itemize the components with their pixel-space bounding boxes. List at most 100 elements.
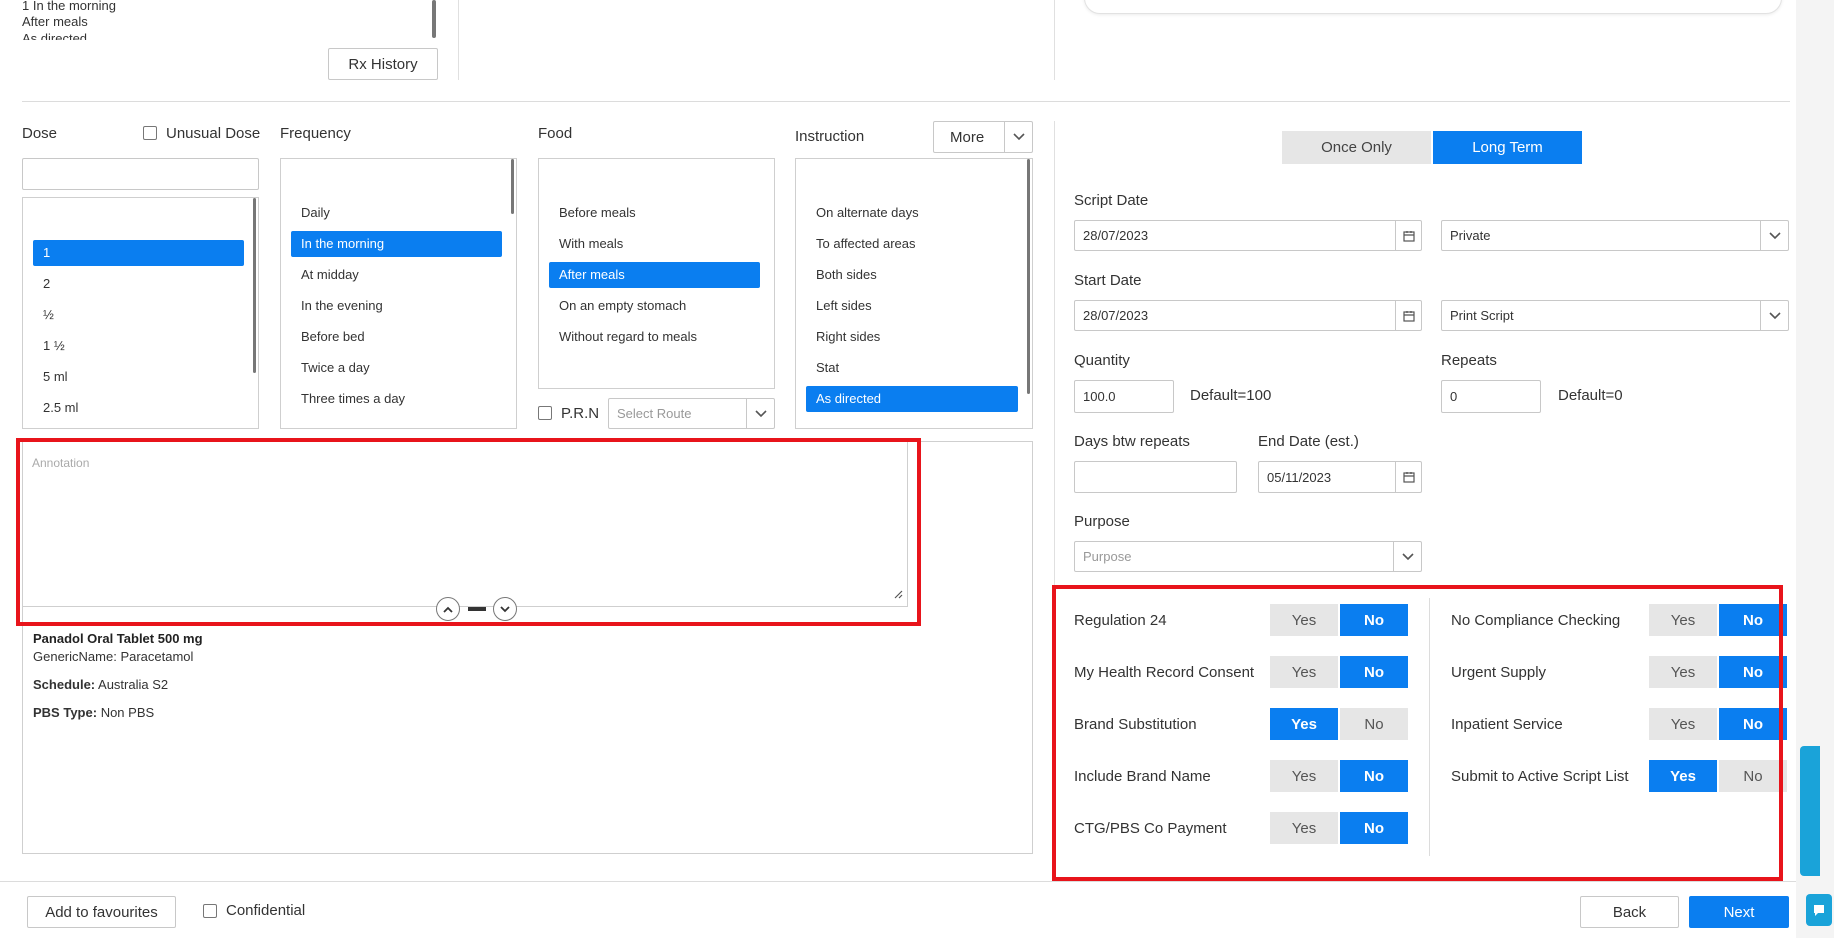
instruction-option[interactable]: On alternate days [806,200,1018,226]
dose-list[interactable]: 1 2 ½ 1 ½ 5 ml 2.5 ml [22,197,259,429]
route-select[interactable]: Select Route [608,398,775,429]
next-button[interactable]: Next [1689,896,1789,928]
payment-type-select[interactable]: Private [1441,220,1789,251]
scrollbar[interactable] [432,0,436,38]
instruction-option[interactable]: Right sides [806,324,1018,350]
days-between-input[interactable] [1074,461,1237,493]
resize-handle-icon[interactable] [893,586,903,602]
include-brand-name-toggle[interactable]: Yes No [1270,760,1408,792]
yes-option[interactable]: Yes [1270,604,1338,636]
purpose-select[interactable]: Purpose [1074,541,1422,572]
food-option[interactable]: With meals [549,231,760,257]
no-option[interactable]: No [1340,760,1408,792]
chevron-down-icon[interactable] [1760,301,1788,330]
end-date-value: 05/11/2023 [1267,469,1332,485]
yes-option[interactable]: Yes [1649,708,1717,740]
start-date-input[interactable]: 28/07/2023 [1074,300,1422,331]
regulation-24-toggle[interactable]: Yes No [1270,604,1408,636]
urgent-supply-toggle[interactable]: Yes No [1649,656,1787,688]
quantity-input[interactable]: 100.0 [1074,380,1174,413]
no-option[interactable]: No [1719,760,1787,792]
yes-option[interactable]: Yes [1649,656,1717,688]
scrollbar[interactable] [253,198,256,373]
food-option[interactable]: Before meals [549,200,760,226]
rx-history-button[interactable]: Rx History [328,48,438,80]
annotation-textarea[interactable]: Annotation [22,441,908,607]
frequency-option[interactable]: In the morning [291,231,502,257]
dose-option[interactable]: 2.5 ml [33,395,244,421]
frequency-option[interactable]: Twice a day [291,355,502,381]
print-option-select[interactable]: Print Script [1441,300,1789,331]
frequency-option[interactable]: Three times a day [291,386,502,412]
food-option[interactable]: On an empty stomach [549,293,760,319]
chevron-down-icon[interactable] [746,399,774,428]
food-list[interactable]: Before meals With meals After meals On a… [538,158,775,389]
expand-up-icon[interactable] [436,597,460,621]
instruction-option[interactable]: To affected areas [806,231,1018,257]
dose-option[interactable]: 1 [33,240,244,266]
chevron-down-icon[interactable] [1393,542,1421,571]
end-date-input[interactable]: 05/11/2023 [1258,461,1422,493]
scrollbar[interactable] [511,159,514,214]
yes-option[interactable]: Yes [1649,604,1717,636]
footer-divider [0,881,1834,882]
calendar-icon[interactable] [1395,301,1421,330]
instruction-option[interactable]: As directed [806,386,1018,412]
end-date-label: End Date (est.) [1258,433,1359,450]
back-button[interactable]: Back [1580,896,1679,928]
no-option[interactable]: No [1340,656,1408,688]
no-compliance-checking-toggle[interactable]: Yes No [1649,604,1787,636]
frequency-list[interactable]: Daily In the morning At midday In the ev… [280,158,517,429]
drag-handle-icon[interactable] [468,607,486,611]
scrollbar[interactable] [1027,159,1030,394]
script-date-input[interactable]: 28/07/2023 [1074,220,1422,251]
instruction-option[interactable]: Stat [806,355,1018,381]
term-switch[interactable]: Once Only Long Term [1282,131,1582,164]
frequency-option[interactable]: In the evening [291,293,502,319]
no-option[interactable]: No [1340,812,1408,844]
chat-icon[interactable] [1806,894,1832,926]
instruction-list[interactable]: On alternate days To affected areas Both… [795,158,1033,429]
chevron-down-icon[interactable] [1004,122,1032,152]
active-script-list-toggle[interactable]: Yes No [1649,760,1787,792]
health-record-consent-toggle[interactable]: Yes No [1270,656,1408,688]
food-option[interactable]: After meals [549,262,760,288]
prn-checkbox[interactable] [538,406,552,420]
frequency-option[interactable]: At midday [291,262,502,288]
yes-option[interactable]: Yes [1270,812,1338,844]
calendar-icon[interactable] [1395,221,1421,250]
no-option[interactable]: No [1719,656,1787,688]
dose-option[interactable]: 5 ml [33,364,244,390]
dose-option[interactable]: 1 ½ [33,333,244,359]
no-option[interactable]: No [1340,708,1408,740]
inpatient-service-toggle[interactable]: Yes No [1649,708,1787,740]
dose-option[interactable]: ½ [33,302,244,328]
chevron-down-icon[interactable] [1760,221,1788,250]
yes-option[interactable]: Yes [1270,656,1338,688]
repeats-input[interactable]: 0 [1441,380,1541,413]
expand-down-icon[interactable] [493,597,517,621]
add-to-favourites-button[interactable]: Add to favourites [27,896,176,928]
yes-option[interactable]: Yes [1270,708,1338,740]
frequency-option[interactable]: Before bed [291,324,502,350]
food-option[interactable]: Without regard to meals [549,324,760,350]
unusual-dose-checkbox[interactable] [143,126,157,140]
side-tab[interactable] [1800,746,1820,876]
no-option[interactable]: No [1340,604,1408,636]
long-term-option[interactable]: Long Term [1433,131,1582,164]
dose-option[interactable]: 2 [33,271,244,297]
instruction-option[interactable]: Both sides [806,262,1018,288]
frequency-option[interactable]: Daily [291,200,502,226]
no-option[interactable]: No [1719,708,1787,740]
no-option[interactable]: No [1719,604,1787,636]
instruction-option[interactable]: Left sides [806,293,1018,319]
brand-substitution-toggle[interactable]: Yes No [1270,708,1408,740]
more-button[interactable]: More [933,121,1033,153]
yes-option[interactable]: Yes [1270,760,1338,792]
calendar-icon[interactable] [1395,462,1421,492]
co-payment-toggle[interactable]: Yes No [1270,812,1408,844]
once-only-option[interactable]: Once Only [1282,131,1431,164]
yes-option[interactable]: Yes [1649,760,1717,792]
dose-input[interactable] [22,158,259,190]
confidential-checkbox[interactable] [203,904,217,918]
